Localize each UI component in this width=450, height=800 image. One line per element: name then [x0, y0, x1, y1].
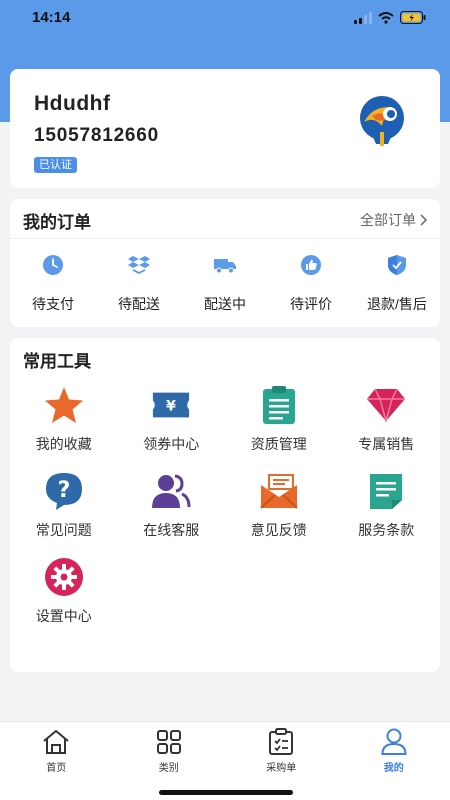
order-status-refund[interactable]: 退款/售后 [354, 253, 440, 314]
truck-icon [213, 253, 237, 277]
order-status-pending-delivery[interactable]: 待配送 [96, 253, 182, 314]
profile-name: Hdudhf [34, 92, 111, 115]
tab-label: 类别 [158, 763, 179, 774]
status-time: 14:14 [32, 9, 71, 26]
tool-feedback[interactable]: 意见反馈 [225, 471, 333, 557]
bottom-tab-bar: 首页 类别 采购单 我的 [0, 721, 450, 800]
orders-card: 我的订单 全部订单 待支付 待配送 配送中 待评价 退款/售后 [10, 199, 440, 327]
tool-settings[interactable]: 设置中心 [10, 557, 118, 643]
tab-mine[interactable]: 我的 [338, 722, 450, 800]
tool-label: 意见反馈 [250, 522, 307, 538]
tool-terms[interactable]: 服务条款 [333, 471, 441, 557]
tool-online-service[interactable]: 在线客服 [118, 471, 226, 557]
tool-qualification[interactable]: 资质管理 [225, 385, 333, 471]
profile-card[interactable]: Hdudhf 15057812660 已认证 [10, 69, 440, 188]
tool-label: 领券中心 [143, 436, 200, 452]
tools-card: 常用工具 我的收藏 ¥ 领券中心 资质管理 专属销售 ? 常见问题 在线客服 意… [10, 338, 440, 672]
tab-label: 我的 [383, 763, 404, 774]
view-all-orders-label: 全部订单 [360, 212, 416, 228]
tab-label: 首页 [46, 763, 67, 774]
tool-label: 在线客服 [143, 522, 200, 538]
shield-icon [385, 253, 409, 277]
order-status-pending-payment[interactable]: 待支付 [10, 253, 96, 314]
status-icons [354, 11, 426, 24]
clock-icon [41, 253, 65, 277]
tool-label: 资质管理 [250, 436, 307, 452]
order-status-label: 待评价 [290, 296, 332, 312]
purchase-list-icon [267, 728, 295, 756]
company-logo [360, 96, 404, 146]
star-icon [44, 385, 84, 425]
tool-coupon-center[interactable]: ¥ 领券中心 [118, 385, 226, 471]
home-indicator [159, 790, 293, 795]
tab-purchase-list[interactable]: 采购单 [225, 722, 338, 800]
tool-exclusive-sales[interactable]: 专属销售 [333, 385, 441, 471]
tool-label: 设置中心 [35, 608, 92, 624]
question-icon: ? [44, 471, 84, 511]
tool-grid: 我的收藏 ¥ 领券中心 资质管理 专属销售 ? 常见问题 在线客服 意见反馈 服… [10, 385, 440, 643]
order-status-label: 退款/售后 [367, 296, 427, 312]
coupon-icon: ¥ [151, 385, 191, 425]
envelope-icon [259, 471, 299, 511]
tab-label: 采购单 [266, 763, 297, 774]
tool-label: 我的收藏 [35, 436, 92, 452]
view-all-orders-link[interactable]: 全部订单 [360, 210, 428, 230]
tool-label: 常见问题 [35, 522, 92, 538]
orders-title: 我的订单 [23, 213, 91, 232]
clipboard-icon [259, 385, 299, 425]
status-bar: 14:14 [0, 0, 450, 36]
tab-category[interactable]: 类别 [113, 722, 226, 800]
document-icon [366, 471, 406, 511]
home-icon [42, 728, 70, 756]
diamond-icon [366, 385, 406, 425]
tools-title: 常用工具 [23, 352, 91, 371]
svg-text:¥: ¥ [166, 399, 176, 415]
box-icon [127, 253, 151, 277]
thumbs-up-icon [299, 253, 323, 277]
tab-home[interactable]: 首页 [0, 722, 113, 800]
divider [10, 238, 440, 239]
order-status-in-delivery[interactable]: 配送中 [182, 253, 268, 314]
order-status-pending-review[interactable]: 待评价 [268, 253, 354, 314]
users-icon [151, 471, 191, 511]
svg-text:?: ? [57, 478, 70, 503]
tool-label: 服务条款 [358, 522, 415, 538]
tool-faq[interactable]: ? 常见问题 [10, 471, 118, 557]
tool-favorites[interactable]: 我的收藏 [10, 385, 118, 471]
chevron-right-icon [420, 214, 428, 226]
order-status-label: 配送中 [204, 296, 246, 312]
order-status-row: 待支付 待配送 配送中 待评价 退款/售后 [10, 253, 440, 314]
person-icon [380, 728, 408, 756]
verified-badge: 已认证 [34, 157, 77, 173]
grid-icon [155, 728, 183, 756]
wifi-icon [378, 11, 394, 24]
order-status-label: 待配送 [118, 296, 160, 312]
profile-phone: 15057812660 [34, 125, 160, 146]
tool-label: 专属销售 [358, 436, 415, 452]
battery-icon [400, 11, 426, 24]
gear-icon [44, 557, 84, 597]
order-status-label: 待支付 [32, 296, 74, 312]
signal-icon [354, 11, 372, 24]
